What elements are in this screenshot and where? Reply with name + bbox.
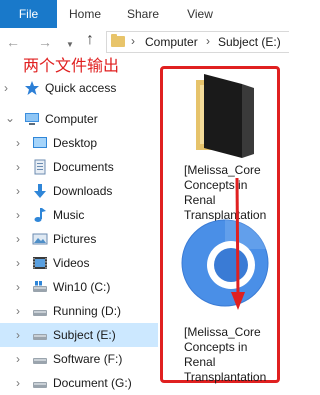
annotation-arrow bbox=[231, 177, 245, 310]
